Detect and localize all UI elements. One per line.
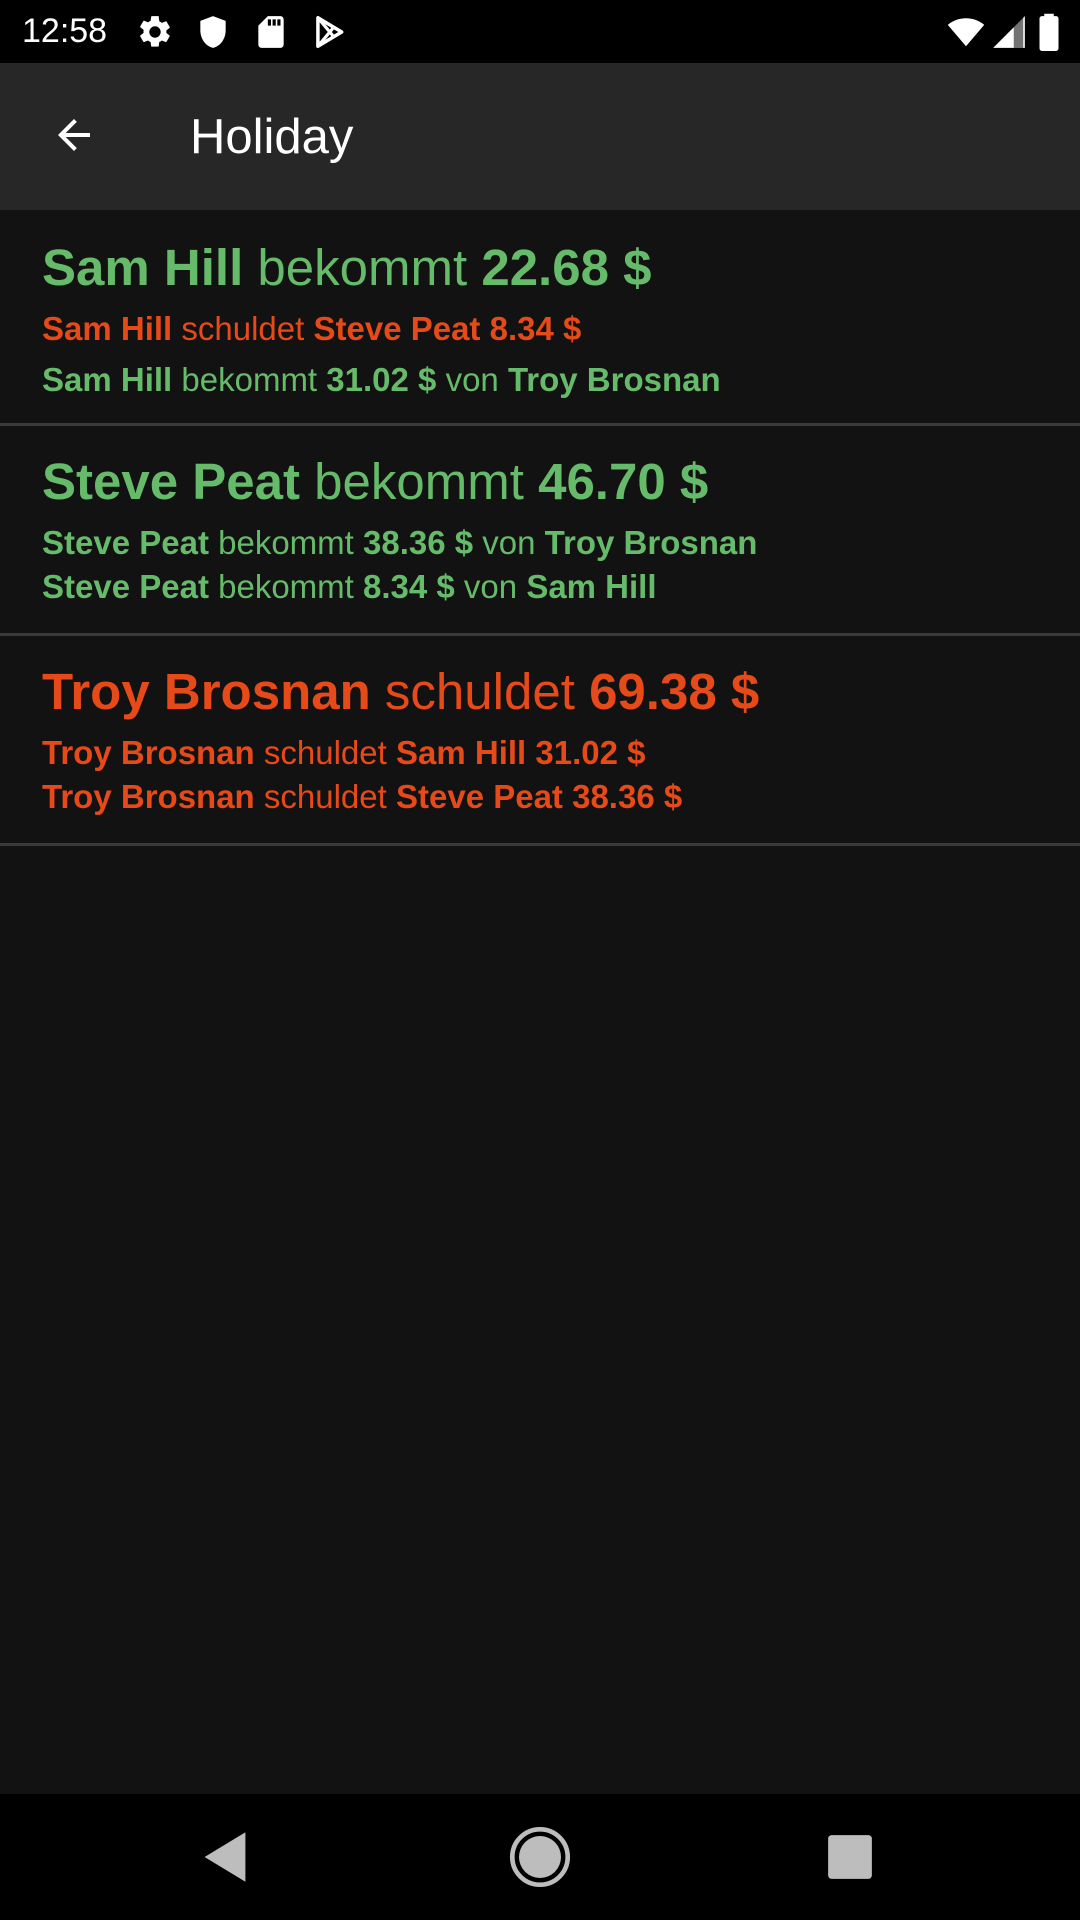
balance-card[interactable]: Sam Hill bekommt 22.68 $ Sam Hill schuld… (0, 210, 1080, 426)
detail-from: Sam Hill (42, 361, 173, 398)
balance-verb: bekommt (314, 453, 524, 510)
detail-from: Troy Brosnan (42, 734, 255, 771)
detail-verb: schuldet (263, 778, 387, 815)
cell-signal-icon (990, 13, 1028, 51)
detail-to: Steve Peat (313, 310, 481, 347)
detail-verb: bekommt (218, 568, 354, 605)
detail-to: Sam Hill (526, 568, 657, 605)
nav-back-button[interactable] (190, 1822, 260, 1892)
person-name: Steve Peat (42, 453, 300, 510)
balance-detail: Sam Hill schuldet Steve Peat 8.34 $ (42, 309, 581, 349)
balance-verb: schuldet (384, 663, 575, 720)
person-name: Troy Brosnan (42, 663, 371, 720)
detail-amount: 31.02 $ (535, 734, 646, 771)
balance-amount: 69.38 $ (589, 663, 760, 720)
detail-from: Troy Brosnan (42, 778, 255, 815)
back-button[interactable] (38, 99, 110, 171)
recents-square-icon (828, 1835, 872, 1879)
balance-amount: 22.68 $ (481, 239, 652, 296)
status-bar: 12:58 (0, 0, 1080, 63)
detail-verb: bekommt (218, 524, 354, 561)
balance-list: Sam Hill bekommt 22.68 $ Sam Hill schuld… (0, 210, 1080, 846)
balance-card[interactable]: Steve Peat bekommt 46.70 $ Steve Peat be… (0, 426, 1080, 636)
status-time: 12:58 (22, 12, 108, 50)
detail-von: von (463, 568, 518, 605)
detail-to: Sam Hill (395, 734, 527, 771)
balance-verb: bekommt (257, 239, 468, 296)
detail-von: von (482, 524, 536, 561)
detail-to: Steve Peat (395, 778, 563, 815)
home-circle-icon (509, 1826, 571, 1888)
detail-verb: schuldet (181, 310, 305, 347)
detail-to: Troy Brosnan (507, 361, 721, 398)
balance-card[interactable]: Troy Brosnan schuldet 69.38 $ Troy Brosn… (0, 636, 1080, 846)
detail-from: Steve Peat (42, 568, 209, 605)
page-title: Holiday (190, 110, 354, 164)
screen: 12:58 Holiday Sam Hill bekommt 22.68 $ S… (0, 0, 1080, 1920)
arrow-back-icon (58, 119, 90, 151)
detail-to: Troy Brosnan (544, 524, 758, 561)
balance-detail: Steve Peat bekommt 8.34 $ von Sam Hill (42, 567, 657, 607)
wifi-icon (944, 13, 988, 51)
shield-icon (194, 13, 232, 51)
balance-detail: Sam Hill bekommt 31.02 $ von Troy Brosna… (42, 360, 721, 400)
detail-von: von (445, 361, 499, 398)
detail-amount: 38.36 $ (572, 778, 683, 815)
battery-icon (1036, 13, 1062, 51)
play-store-icon (310, 13, 348, 51)
detail-amount: 8.34 $ (489, 310, 582, 347)
detail-from: Sam Hill (42, 310, 173, 347)
detail-verb: schuldet (263, 734, 387, 771)
detail-verb: bekommt (181, 361, 318, 398)
balance-detail: Steve Peat bekommt 38.36 $ von Troy Bros… (42, 523, 757, 563)
balance-summary: Sam Hill bekommt 22.68 $ (42, 238, 652, 298)
balance-summary: Steve Peat bekommt 46.70 $ (42, 452, 708, 512)
app-bar: Holiday (0, 63, 1080, 210)
detail-from: Steve Peat (42, 524, 209, 561)
balance-detail: Troy Brosnan schuldet Steve Peat 38.36 $ (42, 777, 682, 817)
balance-summary: Troy Brosnan schuldet 69.38 $ (42, 662, 759, 722)
balance-detail: Troy Brosnan schuldet Sam Hill 31.02 $ (42, 733, 645, 773)
detail-amount: 38.36 $ (363, 524, 474, 561)
nav-home-button[interactable] (505, 1822, 575, 1892)
detail-amount: 8.34 $ (363, 568, 455, 605)
detail-amount: 31.02 $ (326, 361, 437, 398)
navigation-bar (0, 1794, 1080, 1920)
nav-recents-button[interactable] (815, 1822, 885, 1892)
balance-amount: 46.70 $ (538, 453, 709, 510)
person-name: Sam Hill (42, 239, 244, 296)
back-triangle-icon (204, 1832, 246, 1882)
gear-icon (136, 13, 174, 51)
sd-card-icon (252, 13, 290, 51)
